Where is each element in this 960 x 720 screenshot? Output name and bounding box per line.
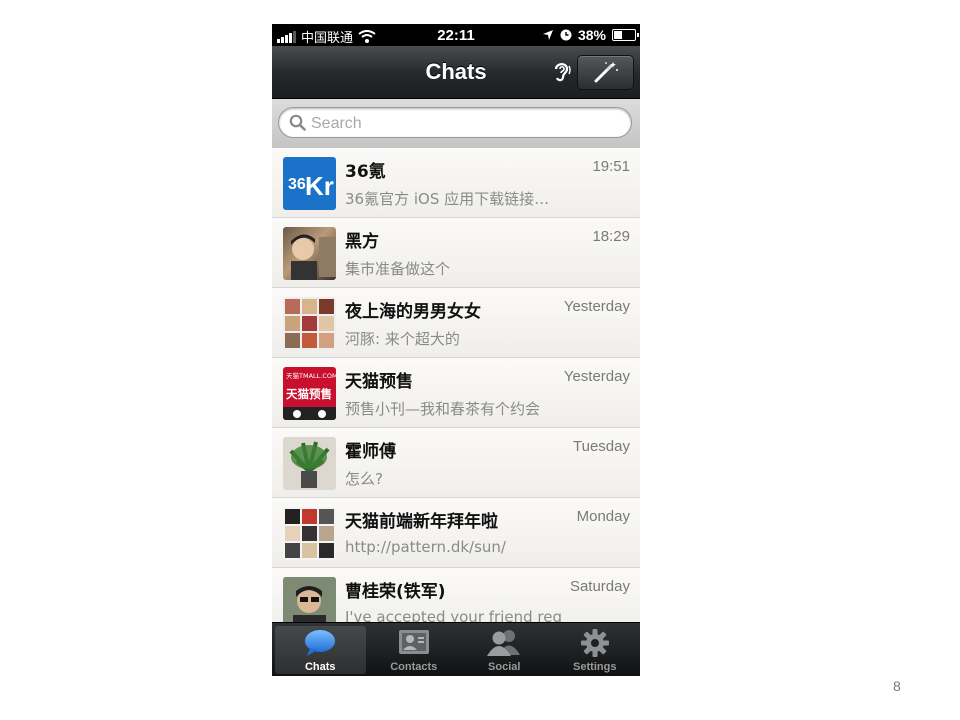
chat-time: 19:51	[592, 158, 630, 175]
chat-time: Tuesday	[573, 438, 630, 455]
tab-bar: Chats Contacts Social Settings	[272, 622, 640, 676]
search-input[interactable]	[309, 112, 613, 136]
chat-name: 黑方	[345, 232, 379, 252]
tab-social[interactable]: Social	[459, 623, 550, 676]
avatar: 36 Kr	[283, 157, 336, 210]
chat-row[interactable]: 夜上海的男男女女 Yesterday 河豚: 来个超大的	[272, 288, 640, 358]
avatar	[283, 577, 336, 622]
chat-name: 天猫预售	[345, 372, 413, 392]
clock-icon	[560, 29, 572, 41]
tab-chats[interactable]: Chats	[275, 626, 366, 674]
tab-label: Settings	[573, 661, 617, 673]
chat-name: 夜上海的男男女女	[345, 302, 481, 322]
tab-contacts[interactable]: Contacts	[369, 623, 460, 676]
chat-row[interactable]: 黑方 18:29 集市准备做这个	[272, 218, 640, 288]
search-field[interactable]	[278, 107, 632, 138]
chat-preview: 集市准备做这个	[345, 260, 451, 278]
chat-preview: http://pattern.dk/sun/	[345, 538, 506, 556]
avatar: 天猫TMALL.COM 天猫预售	[283, 367, 336, 420]
chat-preview: I've accepted your friend req	[345, 608, 562, 622]
chat-preview: 36氪官方 iOS 应用下载链接…	[345, 190, 550, 208]
search-icon	[289, 114, 306, 131]
chat-time: Yesterday	[563, 298, 630, 315]
tab-label: Contacts	[390, 661, 438, 673]
chat-row[interactable]: 天猫前端新年拜年啦 Monday http://pattern.dk/sun/	[272, 498, 640, 568]
chat-name: 36氪	[345, 162, 386, 182]
magic-wand-button[interactable]	[577, 55, 634, 90]
svg-text:36: 36	[288, 176, 306, 193]
chat-row[interactable]: 36 Kr 36氪 19:51 36氪官方 iOS 应用下载链接…	[272, 148, 640, 218]
chat-name: 霍师傅	[345, 442, 396, 462]
phone-screen: 中国联通 22:11 38% Chats Search 36 Kr 36氪 19…	[272, 24, 640, 676]
chat-row[interactable]: 曹桂荣(铁军) Saturday I've accepted your frie…	[272, 568, 640, 622]
chat-preview: 预售小刊—我和春茶有个约会	[345, 400, 541, 418]
chat-preview: 怎么?	[345, 470, 383, 488]
chat-name: 曹桂荣(铁军)	[345, 582, 446, 602]
avatar	[283, 297, 336, 350]
status-bar: 中国联通 22:11 38%	[272, 24, 640, 46]
chat-time: Monday	[576, 508, 630, 525]
chat-preview: 河豚: 来个超大的	[345, 330, 460, 348]
navigation-bar: Chats	[272, 46, 640, 99]
chat-name: 天猫前端新年拜年啦	[345, 512, 498, 532]
contact-card-icon	[398, 630, 429, 654]
chat-row[interactable]: 霍师傅 Tuesday 怎么?	[272, 428, 640, 498]
magic-wand-icon	[594, 62, 618, 83]
battery-percent: 38%	[577, 27, 606, 43]
tab-label: Chats	[304, 661, 336, 673]
chat-row[interactable]: 天猫TMALL.COM 天猫预售 天猫预售 Yesterday 预售小刊—我和春…	[272, 358, 640, 428]
avatar	[283, 507, 336, 560]
search-bar	[272, 99, 640, 149]
avatar	[283, 437, 336, 490]
chat-time: 18:29	[592, 228, 630, 245]
location-arrow-icon	[542, 30, 553, 40]
ear-icon[interactable]	[551, 60, 573, 84]
page-number: 8	[893, 678, 901, 694]
chat-bubble-icon	[305, 630, 336, 656]
chat-list: 36 Kr 36氪 19:51 36氪官方 iOS 应用下载链接… 黑方 18:…	[272, 148, 640, 622]
avatar-text: 天猫预售	[286, 387, 332, 401]
tab-label: Social	[488, 661, 521, 673]
avatar-small-text: 天猫TMALL.COM	[286, 371, 336, 380]
avatar	[283, 227, 336, 280]
battery-icon	[612, 29, 639, 41]
chat-time: Yesterday	[563, 368, 630, 385]
people-icon	[487, 630, 521, 656]
chat-time: Saturday	[569, 578, 630, 595]
gear-icon	[580, 629, 609, 657]
svg-text:Kr: Kr	[305, 171, 334, 201]
tab-settings[interactable]: Settings	[550, 623, 641, 676]
